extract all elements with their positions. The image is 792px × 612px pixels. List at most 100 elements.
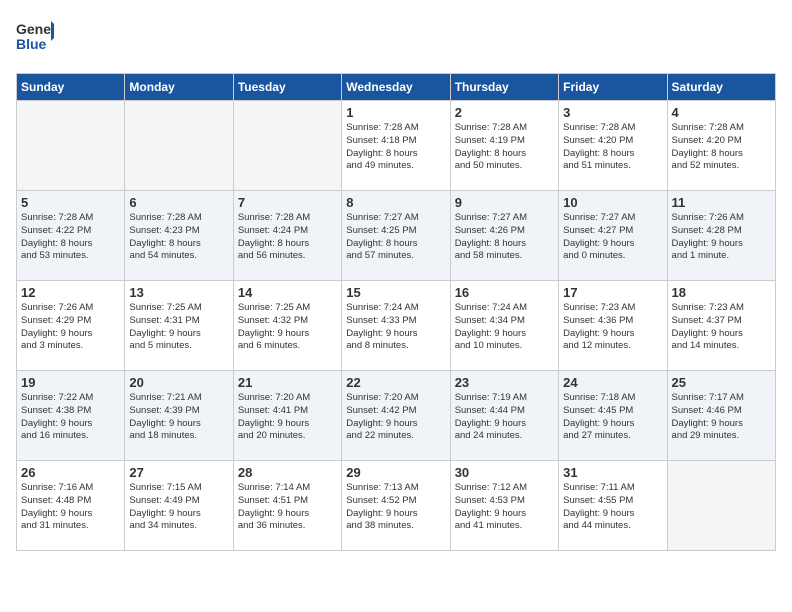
- calendar-day-cell: 17Sunrise: 7:23 AM Sunset: 4:36 PM Dayli…: [559, 281, 667, 371]
- day-number: 14: [238, 285, 337, 300]
- calendar-day-cell: [667, 461, 775, 551]
- day-info: Sunrise: 7:28 AM Sunset: 4:19 PM Dayligh…: [455, 122, 554, 173]
- svg-text:Blue: Blue: [16, 36, 47, 52]
- day-info: Sunrise: 7:27 AM Sunset: 4:27 PM Dayligh…: [563, 212, 662, 263]
- col-header-wednesday: Wednesday: [342, 74, 450, 101]
- col-header-thursday: Thursday: [450, 74, 558, 101]
- calendar-day-cell: 29 Sunrise: 7:13 AM Sunset: 4:52 PM Dayli…: [342, 461, 450, 551]
- calendar-week-row: 19 Sunrise: 7:22 AM Sunset: 4:38 PM Dayli…: [17, 371, 776, 461]
- day-info: Sunrise: 7:28 AM Sunset: 4:23 PM Dayligh…: [129, 212, 228, 263]
- day-info: Sunrise: 7:13 AM Sunset: 4:52 PM Dayligh…: [346, 482, 445, 533]
- calendar-day-cell: 26Sunrise: 7:16 AM Sunset: 4:48 PM Dayli…: [17, 461, 125, 551]
- calendar-week-row: 26Sunrise: 7:16 AM Sunset: 4:48 PM Dayli…: [17, 461, 776, 551]
- calendar-day-cell: [17, 101, 125, 191]
- day-number: 1: [346, 105, 445, 120]
- day-info: Sunrise: 7:22 AM Sunset: 4:38 PM Dayligh…: [21, 392, 120, 443]
- day-info: Sunrise: 7:17 AM Sunset: 4:46 PM Dayligh…: [672, 392, 771, 443]
- calendar-day-cell: 30Sunrise: 7:12 AM Sunset: 4:53 PM Dayli…: [450, 461, 558, 551]
- day-number: 6: [129, 195, 228, 210]
- day-number: 13: [129, 285, 228, 300]
- day-info: Sunrise: 7:28 AM Sunset: 4:22 PM Dayligh…: [21, 212, 120, 263]
- day-info: Sunrise: 7:20 AM Sunset: 4:41 PM Dayligh…: [238, 392, 337, 443]
- calendar-day-cell: 2 Sunrise: 7:28 AM Sunset: 4:19 PM Daylig…: [450, 101, 558, 191]
- day-info: Sunrise: 7:28 AM Sunset: 4:24 PM Dayligh…: [238, 212, 337, 263]
- day-info: Sunrise: 7:27 AM Sunset: 4:25 PM Dayligh…: [346, 212, 445, 263]
- day-info: Sunrise: 7:28 AM Sunset: 4:20 PM Dayligh…: [563, 122, 662, 173]
- day-number: 7: [238, 195, 337, 210]
- calendar-day-cell: 15Sunrise: 7:24 AM Sunset: 4:33 PM Dayli…: [342, 281, 450, 371]
- day-number: 18: [672, 285, 771, 300]
- logo-icon: General Blue: [16, 16, 54, 58]
- day-info: Sunrise: 7:25 AM Sunset: 4:31 PM Dayligh…: [129, 302, 228, 353]
- col-header-tuesday: Tuesday: [233, 74, 341, 101]
- calendar-week-row: 12Sunrise: 7:26 AM Sunset: 4:29 PM Dayli…: [17, 281, 776, 371]
- page-header: General Blue: [16, 16, 776, 63]
- day-info: Sunrise: 7:24 AM Sunset: 4:33 PM Dayligh…: [346, 302, 445, 353]
- day-number: 2: [455, 105, 554, 120]
- calendar-table: SundayMondayTuesdayWednesdayThursdayFrid…: [16, 73, 776, 551]
- calendar-day-cell: 7 Sunrise: 7:28 AM Sunset: 4:24 PM Daylig…: [233, 191, 341, 281]
- day-number: 4: [672, 105, 771, 120]
- day-number: 27: [129, 465, 228, 480]
- calendar-day-cell: [125, 101, 233, 191]
- calendar-day-cell: 16 Sunrise: 7:24 AM Sunset: 4:34 PM Dayli…: [450, 281, 558, 371]
- calendar-day-cell: 14 Sunrise: 7:25 AM Sunset: 4:32 PM Dayli…: [233, 281, 341, 371]
- day-number: 28: [238, 465, 337, 480]
- calendar-day-cell: 13 Sunrise: 7:25 AM Sunset: 4:31 PM Dayli…: [125, 281, 233, 371]
- calendar-day-cell: 4 Sunrise: 7:28 AM Sunset: 4:20 PM Daylig…: [667, 101, 775, 191]
- day-info: Sunrise: 7:20 AM Sunset: 4:42 PM Dayligh…: [346, 392, 445, 443]
- day-info: Sunrise: 7:23 AM Sunset: 4:37 PM Dayligh…: [672, 302, 771, 353]
- day-info: Sunrise: 7:21 AM Sunset: 4:39 PM Dayligh…: [129, 392, 228, 443]
- col-header-sunday: Sunday: [17, 74, 125, 101]
- calendar-day-cell: 5Sunrise: 7:28 AM Sunset: 4:22 PM Daylig…: [17, 191, 125, 281]
- day-number: 25: [672, 375, 771, 390]
- day-number: 19: [21, 375, 120, 390]
- day-number: 21: [238, 375, 337, 390]
- calendar-day-cell: 18 Sunrise: 7:23 AM Sunset: 4:37 PM Dayli…: [667, 281, 775, 371]
- day-info: Sunrise: 7:28 AM Sunset: 4:18 PM Dayligh…: [346, 122, 445, 173]
- day-number: 22: [346, 375, 445, 390]
- col-header-monday: Monday: [125, 74, 233, 101]
- day-info: Sunrise: 7:12 AM Sunset: 4:53 PM Dayligh…: [455, 482, 554, 533]
- day-info: Sunrise: 7:25 AM Sunset: 4:32 PM Dayligh…: [238, 302, 337, 353]
- calendar-day-cell: 21 Sunrise: 7:20 AM Sunset: 4:41 PM Dayli…: [233, 371, 341, 461]
- calendar-week-row: 1 Sunrise: 7:28 AM Sunset: 4:18 PM Daylig…: [17, 101, 776, 191]
- day-info: Sunrise: 7:28 AM Sunset: 4:20 PM Dayligh…: [672, 122, 771, 173]
- day-number: 11: [672, 195, 771, 210]
- day-info: Sunrise: 7:14 AM Sunset: 4:51 PM Dayligh…: [238, 482, 337, 533]
- calendar-day-cell: 20 Sunrise: 7:21 AM Sunset: 4:39 PM Dayli…: [125, 371, 233, 461]
- day-number: 24: [563, 375, 662, 390]
- day-info: Sunrise: 7:15 AM Sunset: 4:49 PM Dayligh…: [129, 482, 228, 533]
- calendar-day-cell: 12Sunrise: 7:26 AM Sunset: 4:29 PM Dayli…: [17, 281, 125, 371]
- day-number: 20: [129, 375, 228, 390]
- col-header-saturday: Saturday: [667, 74, 775, 101]
- day-info: Sunrise: 7:11 AM Sunset: 4:55 PM Dayligh…: [563, 482, 662, 533]
- day-number: 10: [563, 195, 662, 210]
- day-info: Sunrise: 7:24 AM Sunset: 4:34 PM Dayligh…: [455, 302, 554, 353]
- day-info: Sunrise: 7:19 AM Sunset: 4:44 PM Dayligh…: [455, 392, 554, 443]
- calendar-day-cell: 3Sunrise: 7:28 AM Sunset: 4:20 PM Daylig…: [559, 101, 667, 191]
- calendar-day-cell: 1 Sunrise: 7:28 AM Sunset: 4:18 PM Daylig…: [342, 101, 450, 191]
- day-info: Sunrise: 7:27 AM Sunset: 4:26 PM Dayligh…: [455, 212, 554, 263]
- calendar-day-cell: 24 Sunrise: 7:18 AM Sunset: 4:45 PM Dayli…: [559, 371, 667, 461]
- calendar-week-row: 5Sunrise: 7:28 AM Sunset: 4:22 PM Daylig…: [17, 191, 776, 281]
- day-number: 29: [346, 465, 445, 480]
- calendar-day-cell: 31 Sunrise: 7:11 AM Sunset: 4:55 PM Dayli…: [559, 461, 667, 551]
- day-info: Sunrise: 7:23 AM Sunset: 4:36 PM Dayligh…: [563, 302, 662, 353]
- calendar-day-cell: 9Sunrise: 7:27 AM Sunset: 4:26 PM Daylig…: [450, 191, 558, 281]
- day-number: 8: [346, 195, 445, 210]
- day-info: Sunrise: 7:16 AM Sunset: 4:48 PM Dayligh…: [21, 482, 120, 533]
- calendar-header-row: SundayMondayTuesdayWednesdayThursdayFrid…: [17, 74, 776, 101]
- calendar-day-cell: 19 Sunrise: 7:22 AM Sunset: 4:38 PM Dayli…: [17, 371, 125, 461]
- day-info: Sunrise: 7:26 AM Sunset: 4:28 PM Dayligh…: [672, 212, 771, 263]
- day-info: Sunrise: 7:26 AM Sunset: 4:29 PM Dayligh…: [21, 302, 120, 353]
- col-header-friday: Friday: [559, 74, 667, 101]
- day-info: Sunrise: 7:18 AM Sunset: 4:45 PM Dayligh…: [563, 392, 662, 443]
- calendar-day-cell: 8 Sunrise: 7:27 AM Sunset: 4:25 PM Daylig…: [342, 191, 450, 281]
- day-number: 16: [455, 285, 554, 300]
- day-number: 31: [563, 465, 662, 480]
- calendar-day-cell: 27 Sunrise: 7:15 AM Sunset: 4:49 PM Dayli…: [125, 461, 233, 551]
- logo: General Blue: [16, 16, 54, 63]
- calendar-day-cell: 22 Sunrise: 7:20 AM Sunset: 4:42 PM Dayli…: [342, 371, 450, 461]
- calendar-day-cell: 28 Sunrise: 7:14 AM Sunset: 4:51 PM Dayli…: [233, 461, 341, 551]
